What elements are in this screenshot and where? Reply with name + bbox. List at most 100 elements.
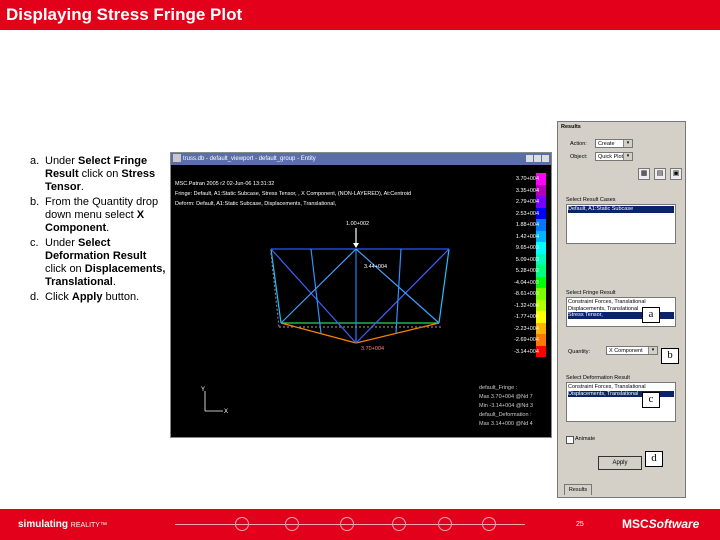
chevron-down-icon[interactable]: ▾ (623, 140, 632, 147)
fringe-result-label: Select Fringe Result (566, 290, 616, 296)
list-item[interactable]: Default, A1:Static Subcase (568, 206, 674, 213)
fringe-icon[interactable]: ▦ (638, 168, 650, 180)
step-fragment: . (106, 222, 110, 234)
instruction-step: c. Under Select Deformation Result click … (30, 237, 170, 289)
step-text: From the Quantity drop down menu select … (45, 196, 170, 235)
step-text: Click Apply button. (45, 291, 170, 304)
page-number: 25 (576, 521, 584, 528)
legend-label: 3.35+004 (515, 187, 539, 194)
step-fragment: . (80, 181, 84, 193)
legend-label: -8.61+003 (514, 291, 539, 297)
info-line: default_Deformation : (479, 412, 532, 418)
truss-member (270, 248, 357, 344)
truss-member (310, 248, 322, 334)
legend-label: -2.69+004 (514, 337, 539, 343)
msc-logo: MSCSoftware (622, 517, 699, 531)
step-text: Under Select Deformation Result click on… (45, 237, 170, 289)
action-value: Create (598, 141, 615, 147)
step-letter: b. (30, 196, 40, 208)
logo-software: Software (648, 517, 700, 531)
step-fragment: click on (45, 263, 85, 275)
quantity-value: X Component (609, 348, 643, 354)
step-fragment: Under (45, 155, 79, 167)
callout-c: c (642, 392, 660, 408)
instruction-steps: a. Under Select Fringe Result click on St… (30, 155, 170, 306)
legend-label: -4.04+003 (514, 279, 539, 286)
annotation-label: 1.00+002 (346, 221, 369, 227)
truss-member (438, 248, 450, 324)
load-arrowhead (353, 243, 359, 248)
object-select[interactable]: Quick Plot ▾ (595, 152, 633, 161)
instruction-step: d. Click Apply button. (30, 291, 170, 304)
quantity-label: Quantity: (568, 349, 591, 355)
slide-title: Displaying Stress Fringe Plot (6, 5, 243, 24)
object-value: Quick Plot (598, 154, 624, 160)
action-label: Action: (570, 141, 587, 147)
result-cases-label: Select Result Cases (566, 197, 616, 203)
footer-bar: simulating REALITY™ 25 MSCSoftware (0, 509, 720, 540)
axis-y-label: Y (201, 387, 205, 393)
legend-label: -3.14+004 (514, 348, 539, 355)
deform-icon[interactable]: ▤ (654, 168, 666, 180)
train-icon (340, 517, 354, 531)
legend-label: 9.65+003 (515, 245, 539, 251)
callout-a: a (642, 307, 660, 323)
object-label: Object: (570, 154, 588, 160)
step-fragment: . (112, 276, 116, 288)
step-fragment: click on (78, 168, 122, 180)
callout-d: d (645, 451, 663, 467)
panel-title: Results (561, 124, 581, 130)
info-line: default_Fringe : (479, 385, 518, 391)
person-icon (482, 517, 496, 531)
result-cases-list[interactable]: Default, A1:Static Subcase (566, 204, 676, 244)
step-fragment: Under (45, 237, 79, 249)
jet-icon (235, 517, 249, 531)
legend-label: -2.23+004 (514, 325, 539, 332)
legend-label: 2.79+004 (515, 199, 539, 205)
legend-label: 1.42+004 (515, 233, 539, 240)
annotation-label: 3.70+004 (361, 346, 384, 352)
annotation-label: 3.44+004 (364, 264, 387, 270)
action-select[interactable]: Create ▾ (595, 139, 633, 148)
callout-b: b (661, 348, 679, 364)
legend-label: 5.28+002 (515, 268, 539, 274)
legend-label: -1.77+004 (514, 314, 539, 320)
animate-checkbox[interactable] (566, 436, 574, 444)
truss-member (270, 252, 280, 328)
title-bar: Displaying Stress Fringe Plot (0, 0, 720, 30)
instruction-step: a. Under Select Fringe Result click on St… (30, 155, 170, 194)
step-letter: c. (30, 237, 39, 249)
footer-brand: simulating REALITY™ (18, 519, 107, 530)
step-fragment: button. (102, 291, 140, 303)
info-line: Max 3.14+000 @Nd 4 (479, 421, 533, 427)
truss-member (270, 248, 282, 324)
instruction-step: b. From the Quantity drop down menu selec… (30, 196, 170, 235)
options-icon[interactable]: ▣ (670, 168, 682, 180)
brand-word: simulating (18, 519, 69, 530)
phone-icon (438, 517, 452, 531)
patran-viewport[interactable]: truss.db - default_viewport - default_gr… (170, 152, 552, 438)
legend-label: -1.32+004 (514, 302, 539, 309)
legend-label: 3.70+004 (515, 176, 539, 182)
deform-result-label: Select Deformation Result (566, 375, 630, 381)
chevron-down-icon[interactable]: ▾ (648, 347, 657, 354)
quantity-select[interactable]: X Component ▾ (606, 346, 658, 355)
step-letter: a. (30, 155, 40, 167)
gear-icon (392, 517, 406, 531)
tab-results[interactable]: Results (564, 484, 592, 495)
apply-button[interactable]: Apply (598, 456, 642, 470)
legend-label: 1.88+004 (515, 222, 539, 228)
car-icon (285, 517, 299, 531)
animate-label: Animate (575, 436, 596, 442)
step-emphasis: Apply (71, 291, 103, 303)
truss-member (355, 322, 440, 344)
logo-msc: MSC (622, 517, 649, 531)
info-line: Max 3.70+004 @Nd 7 (479, 394, 533, 400)
axis-x-label: X (224, 409, 228, 415)
brand-reality: REALITY™ (70, 522, 107, 529)
results-panel: Results Action: Create ▾ Object: Quick Pl… (557, 121, 686, 498)
chevron-down-icon[interactable]: ▾ (623, 153, 632, 160)
step-letter: d. (30, 291, 40, 303)
truss-member (395, 248, 402, 334)
step-text: Under Select Fringe Result click on Stre… (45, 155, 170, 194)
